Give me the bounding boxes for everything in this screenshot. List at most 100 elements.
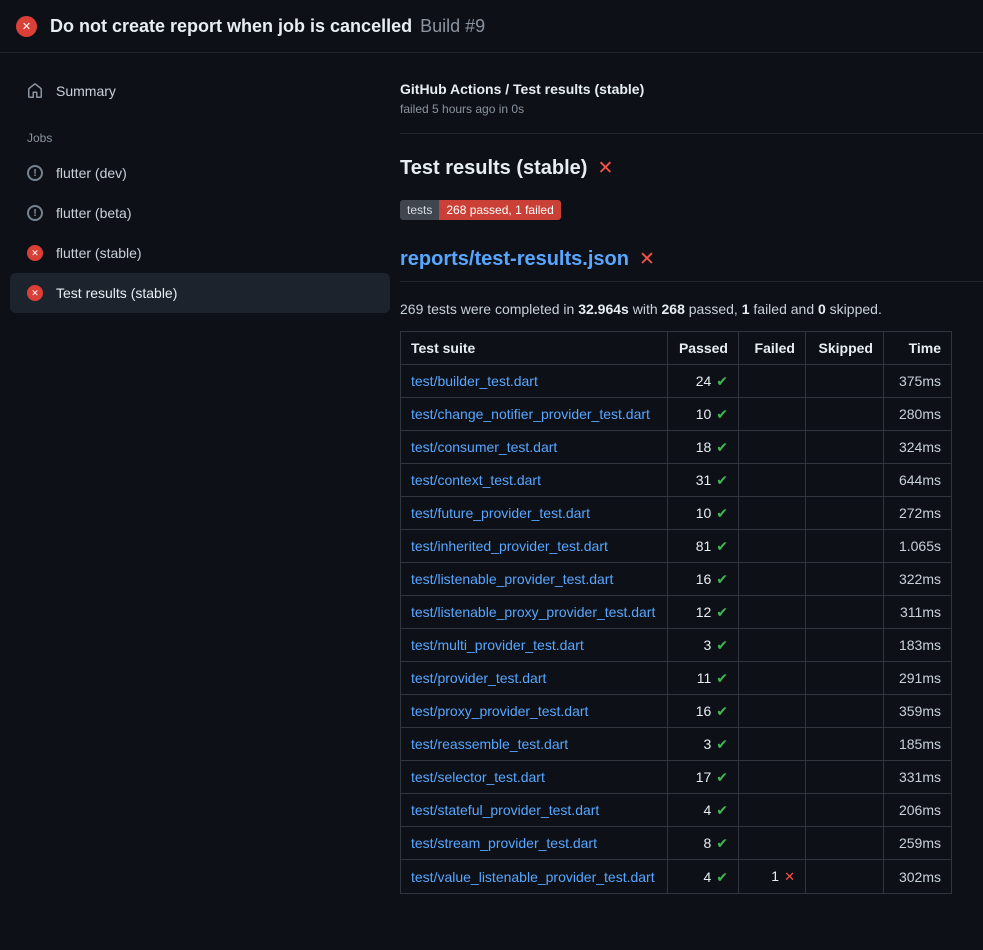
failed-cell xyxy=(739,530,806,563)
time-cell: 185ms xyxy=(884,728,952,761)
check-icon: ✔ xyxy=(716,703,728,719)
test-suite-link[interactable]: test/multi_provider_test.dart xyxy=(411,637,584,653)
test-suite-link[interactable]: test/inherited_provider_test.dart xyxy=(411,538,608,554)
summary-passed-count: 268 xyxy=(662,301,685,317)
test-suite-link[interactable]: test/builder_test.dart xyxy=(411,373,538,389)
check-icon: ✔ xyxy=(716,604,728,620)
check-icon: ✔ xyxy=(716,637,728,653)
passed-count: 10 xyxy=(696,406,712,422)
results-table: Test suitePassedFailedSkippedTime test/b… xyxy=(400,331,952,894)
test-suite-link[interactable]: test/provider_test.dart xyxy=(411,670,546,686)
test-suite-link[interactable]: test/selector_test.dart xyxy=(411,769,545,785)
table-row: test/value_listenable_provider_test.dart… xyxy=(401,860,952,894)
failed-cell: 1✕ xyxy=(739,860,806,894)
sidebar-item-job-3[interactable]: ✕Test results (stable) xyxy=(10,273,390,313)
table-row: test/change_notifier_provider_test.dart 1… xyxy=(401,398,952,431)
check-icon: ✔ xyxy=(716,736,728,752)
check-icon: ✔ xyxy=(716,472,728,488)
passed-cell: 3✔ xyxy=(668,728,739,761)
page-title: Do not create report when job is cancell… xyxy=(50,16,485,37)
failed-cell xyxy=(739,794,806,827)
passed-cell: 16✔ xyxy=(668,695,739,728)
summary-line: 269 tests were completed in 32.964s with… xyxy=(400,301,983,317)
passed-cell: 16✔ xyxy=(668,563,739,596)
test-suite-cell: test/stateful_provider_test.dart xyxy=(401,794,668,827)
passed-count: 4 xyxy=(703,802,711,818)
test-suite-cell: test/value_listenable_provider_test.dart xyxy=(401,860,668,894)
table-row: test/stateful_provider_test.dart4✔206ms xyxy=(401,794,952,827)
job-label: flutter (dev) xyxy=(56,165,127,181)
test-suite-cell: test/change_notifier_provider_test.dart xyxy=(401,398,668,431)
column-header-time: Time xyxy=(884,332,952,365)
sidebar: Summary Jobs !flutter (dev)!flutter (bet… xyxy=(0,53,400,894)
test-suite-link[interactable]: test/listenable_proxy_provider_test.dart xyxy=(411,604,655,620)
test-suite-link[interactable]: test/future_provider_test.dart xyxy=(411,505,590,521)
failed-cell xyxy=(739,398,806,431)
column-header-test-suite: Test suite xyxy=(401,332,668,365)
table-row: test/context_test.dart31✔644ms xyxy=(401,464,952,497)
failed-cell xyxy=(739,695,806,728)
test-suite-link[interactable]: test/listenable_provider_test.dart xyxy=(411,571,613,587)
main-content: GitHub Actions / Test results (stable) f… xyxy=(400,53,983,894)
time-cell: 331ms xyxy=(884,761,952,794)
check-icon: ✔ xyxy=(716,769,728,785)
test-suite-link[interactable]: test/stateful_provider_test.dart xyxy=(411,802,599,818)
report-file-link[interactable]: reports/test-results.json xyxy=(400,248,629,271)
failed-cell xyxy=(739,728,806,761)
check-icon: ✔ xyxy=(716,439,728,455)
sidebar-item-job-2[interactable]: ✕flutter (stable) xyxy=(10,233,390,273)
sidebar-item-job-1[interactable]: !flutter (beta) xyxy=(10,193,390,233)
column-header-passed: Passed xyxy=(668,332,739,365)
time-cell: 1.065s xyxy=(884,530,952,563)
test-suite-link[interactable]: test/context_test.dart xyxy=(411,472,541,488)
time-cell: 183ms xyxy=(884,629,952,662)
alert-circle-icon: ! xyxy=(27,165,43,181)
x-circle-icon: ✕ xyxy=(27,245,43,261)
check-icon: ✔ xyxy=(716,670,728,686)
time-cell: 359ms xyxy=(884,695,952,728)
column-header-failed: Failed xyxy=(739,332,806,365)
failed-x-icon: ✕ xyxy=(597,159,613,178)
section-title-row: Test results (stable) ✕ xyxy=(400,157,983,180)
test-suite-link[interactable]: test/proxy_provider_test.dart xyxy=(411,703,588,719)
passed-cell: 4✔ xyxy=(668,794,739,827)
section-title: Test results (stable) xyxy=(400,157,587,180)
summary-duration: 32.964s xyxy=(578,301,629,317)
failed-x-icon: ✕ xyxy=(639,250,655,269)
passed-count: 12 xyxy=(696,604,712,620)
home-icon xyxy=(27,83,43,99)
time-cell: 280ms xyxy=(884,398,952,431)
test-suite-link[interactable]: test/stream_provider_test.dart xyxy=(411,835,597,851)
test-suite-cell: test/listenable_proxy_provider_test.dart xyxy=(401,596,668,629)
table-row: test/listenable_proxy_provider_test.dart… xyxy=(401,596,952,629)
passed-cell: 8✔ xyxy=(668,827,739,860)
job-label: flutter (beta) xyxy=(56,205,131,221)
passed-cell: 11✔ xyxy=(668,662,739,695)
failed-cell xyxy=(739,497,806,530)
sidebar-summary-label: Summary xyxy=(56,83,116,99)
test-suite-link[interactable]: test/consumer_test.dart xyxy=(411,439,557,455)
passed-cell: 24✔ xyxy=(668,365,739,398)
sidebar-item-summary[interactable]: Summary xyxy=(10,71,390,111)
sidebar-item-job-0[interactable]: ! flutter (dev) xyxy=(10,153,390,193)
tests-badge: tests 268 passed, 1 failed xyxy=(400,200,561,220)
passed-count: 3 xyxy=(703,736,711,752)
test-suite-link[interactable]: test/value_listenable_provider_test.dart xyxy=(411,869,655,885)
failed-cell xyxy=(739,827,806,860)
time-cell: 322ms xyxy=(884,563,952,596)
divider xyxy=(400,133,983,134)
summary-text: 269 tests were completed in xyxy=(400,301,578,317)
breadcrumb: GitHub Actions / Test results (stable) xyxy=(400,81,983,97)
table-row: test/multi_provider_test.dart3✔183ms xyxy=(401,629,952,662)
skipped-cell xyxy=(806,431,884,464)
test-suite-link[interactable]: test/reassemble_test.dart xyxy=(411,736,568,752)
passed-count: 18 xyxy=(696,439,712,455)
test-suite-link[interactable]: test/change_notifier_provider_test.dart xyxy=(411,406,650,422)
summary-failed-count: 1 xyxy=(742,301,750,317)
build-header: ✕ Do not create report when job is cance… xyxy=(0,0,983,53)
skipped-cell xyxy=(806,596,884,629)
test-suite-cell: test/stream_provider_test.dart xyxy=(401,827,668,860)
failed-cell xyxy=(739,431,806,464)
passed-cell: 81✔ xyxy=(668,530,739,563)
failed-cell xyxy=(739,662,806,695)
